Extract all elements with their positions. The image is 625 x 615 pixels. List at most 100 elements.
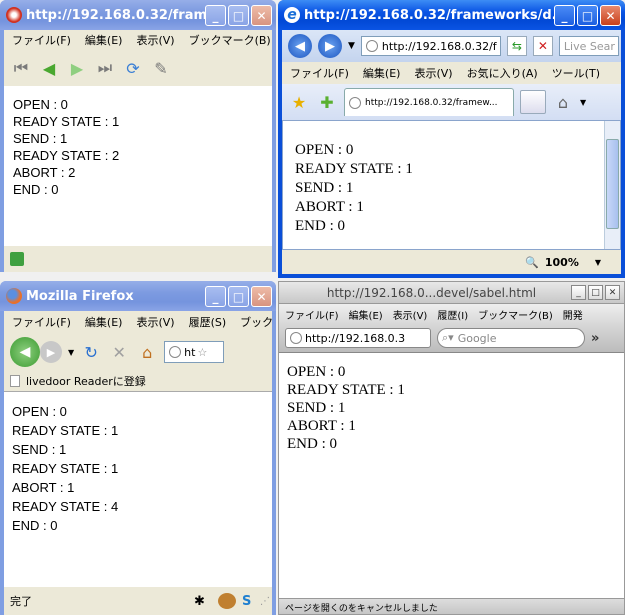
close-button[interactable]: ✕ <box>605 285 620 300</box>
firefox-address-bar[interactable]: ht ☆ <box>164 341 225 363</box>
firefox-navbar: ◀ ▶ ▼ ↻ ✕ ⌂ ht ☆ <box>4 333 272 371</box>
pen-icon[interactable]: ✎ <box>150 57 172 79</box>
last-page-icon[interactable]: ⏭ <box>94 57 116 79</box>
log-line: READY STATE : 1 <box>12 461 119 476</box>
bookmark-star-icon[interactable]: ☆ <box>197 346 207 359</box>
minimize-button[interactable]: _ <box>205 286 226 307</box>
reload-icon[interactable]: ⟳ <box>122 57 144 79</box>
firefox-statusbar: 完了 ✱ S ⋰ <box>4 587 272 615</box>
menu-bookmarks[interactable]: ブックマ <box>240 314 272 330</box>
sleipnir-title: http://192.168.0.32/fram... <box>26 7 222 23</box>
ie-address-bar[interactable]: http://192.168.0.32/f <box>360 36 501 56</box>
safari-search-box[interactable]: ⌕▾ Google <box>437 328 585 348</box>
menu-bookmarks[interactable]: ブックマーク(B) <box>478 307 553 322</box>
minimize-button[interactable]: _ <box>205 5 226 26</box>
back-arrow-icon[interactable]: ◀ <box>38 57 60 79</box>
ie-content: OPEN : 0 READY STATE : 1 SEND : 1 ABORT … <box>282 120 621 250</box>
menu-view[interactable]: 表示(V) <box>414 65 452 81</box>
log-line: ABORT : 1 <box>12 480 75 495</box>
page-icon <box>290 332 302 344</box>
add-favorite-icon[interactable]: ✚ <box>316 91 338 113</box>
menu-tools[interactable]: ツール(T) <box>552 65 600 81</box>
close-button[interactable]: ✕ <box>251 5 272 26</box>
skype-icon[interactable]: S <box>242 594 260 609</box>
menu-history[interactable]: 履歴(I) <box>437 307 468 322</box>
favorites-star-icon[interactable]: ★ <box>288 91 310 113</box>
minimize-button[interactable]: _ <box>571 285 586 300</box>
safari-toolbar: http://192.168.0.3 ⌕▾ Google » <box>279 324 624 352</box>
firefox-titlebar[interactable]: Mozilla Firefox _ □ ✕ <box>0 281 276 311</box>
sleipnir-toolbar: ⏮ ◀ ▶ ⏭ ⟳ ✎ <box>4 50 272 86</box>
menu-develop[interactable]: 開発 <box>563 307 583 322</box>
menu-favorites[interactable]: お気に入り(A) <box>467 65 538 81</box>
sleipnir-statusbar <box>4 246 272 272</box>
close-button[interactable]: ✕ <box>600 5 621 26</box>
ie-window: e http://192.168.0.32/frameworks/d... _ … <box>278 0 625 278</box>
new-tab-button[interactable] <box>520 90 546 114</box>
menu-view[interactable]: 表示(V) <box>136 314 174 330</box>
maximize-button[interactable]: □ <box>588 285 603 300</box>
home-icon[interactable]: ⌂ <box>552 91 574 113</box>
menu-file[interactable]: ファイル(F) <box>285 307 339 322</box>
menu-file[interactable]: ファイル(F) <box>290 65 349 81</box>
menu-file[interactable]: ファイル(F) <box>12 314 71 330</box>
sleipnir-titlebar[interactable]: http://192.168.0.32/fram... _ □ ✕ <box>0 0 276 30</box>
zoom-level[interactable]: 100% <box>545 256 579 269</box>
menu-edit[interactable]: 編集(E) <box>363 65 401 81</box>
menu-edit[interactable]: 編集(E) <box>349 307 383 322</box>
back-button[interactable]: ◀ <box>288 34 312 58</box>
menu-view[interactable]: 表示(V) <box>136 32 174 48</box>
ie-search-placeholder: Live Sear <box>563 39 615 53</box>
sleipnir-menubar: ファイル(F) 編集(E) 表示(V) ブックマーク(B) <box>4 30 272 50</box>
safari-statusbar: ページを開くのをキャンセルしました <box>279 598 624 614</box>
status-plugin-icon[interactable] <box>10 252 24 266</box>
home-dropdown-icon[interactable]: ▼ <box>580 98 586 107</box>
zoom-dropdown-icon[interactable]: ▼ <box>595 258 601 267</box>
menu-file[interactable]: ファイル(F) <box>12 32 71 48</box>
minimize-button[interactable]: _ <box>554 5 575 26</box>
scroll-thumb[interactable] <box>606 139 619 229</box>
more-chevron-icon[interactable]: » <box>591 331 599 346</box>
ie-titlebar[interactable]: e http://192.168.0.32/frameworks/d... _ … <box>278 0 625 30</box>
sleipnir-window: http://192.168.0.32/fram... _ □ ✕ ファイル(F… <box>0 0 276 272</box>
ie-search-box[interactable]: Live Sear <box>558 36 619 56</box>
back-button[interactable]: ◀ <box>10 337 40 367</box>
page-icon <box>365 40 378 52</box>
home-icon[interactable]: ⌂ <box>136 341 158 363</box>
log-line: SEND : 1 <box>295 180 354 196</box>
ie-address-text: http://192.168.0.32/f <box>381 39 497 53</box>
search-magnifier-icon: ⌕▾ <box>442 331 454 344</box>
forward-arrow-icon[interactable]: ▶ <box>66 57 88 79</box>
menu-bookmark[interactable]: ブックマーク(B) <box>189 32 271 48</box>
ie-scrollbar[interactable] <box>604 121 620 249</box>
stop-icon[interactable]: ✕ <box>532 36 553 56</box>
menu-edit[interactable]: 編集(E) <box>85 32 123 48</box>
log-line: END : 0 <box>13 182 59 197</box>
forward-button[interactable]: ▶ <box>40 341 62 363</box>
close-button[interactable]: ✕ <box>251 286 272 307</box>
menu-edit[interactable]: 編集(E) <box>85 314 123 330</box>
stop-icon[interactable]: ✕ <box>108 341 130 363</box>
bookmark-livedoor[interactable]: livedoor Readerに登録 <box>26 373 146 389</box>
monkey-icon[interactable] <box>218 593 236 609</box>
first-page-icon[interactable]: ⏮ <box>10 57 32 79</box>
maximize-button[interactable]: □ <box>228 5 249 26</box>
menu-history[interactable]: 履歴(S) <box>189 314 227 330</box>
ie-logo-icon: e <box>284 7 300 23</box>
refresh-icon[interactable]: ⇆ <box>506 36 527 56</box>
bookmark-page-icon <box>10 375 20 387</box>
history-dropdown-icon[interactable]: ▼ <box>68 348 74 357</box>
bug-icon[interactable]: ✱ <box>194 594 212 609</box>
reload-icon[interactable]: ↻ <box>80 341 102 363</box>
safari-titlebar[interactable]: http://192.168.0...devel/sabel.html _ □ … <box>279 282 624 304</box>
log-line: READY STATE : 1 <box>295 161 413 177</box>
resize-grip-icon[interactable]: ⋰ <box>260 596 272 607</box>
forward-button[interactable]: ▶ <box>318 34 342 58</box>
tab-active[interactable]: http://192.168.0.32/framew... <box>344 88 514 116</box>
log-line: SEND : 1 <box>12 442 67 457</box>
maximize-button[interactable]: □ <box>228 286 249 307</box>
safari-address-bar[interactable]: http://192.168.0.3 <box>285 328 431 348</box>
menu-view[interactable]: 表示(V) <box>393 307 428 322</box>
history-dropdown-icon[interactable]: ▼ <box>348 41 355 51</box>
maximize-button[interactable]: □ <box>577 5 598 26</box>
